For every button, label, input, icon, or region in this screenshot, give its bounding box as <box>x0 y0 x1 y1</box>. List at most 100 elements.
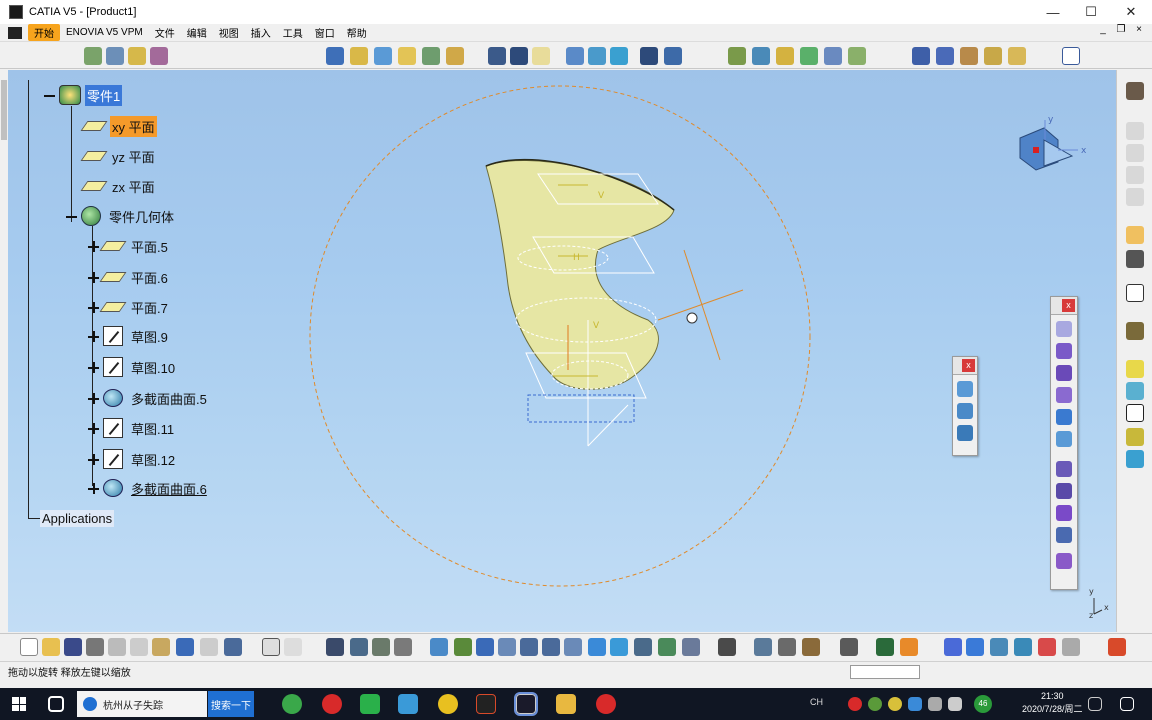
tree-node-zx-plane[interactable]: zx 平面 <box>80 176 157 197</box>
material-icon[interactable] <box>990 638 1008 656</box>
menu-file[interactable]: 文件 <box>149 24 181 41</box>
intersect-icon[interactable] <box>446 47 464 65</box>
publication-icon[interactable] <box>372 638 390 656</box>
tree-node-sketch-11[interactable]: 草图.11 <box>88 418 176 438</box>
command-input[interactable] <box>850 665 920 679</box>
save-icon[interactable] <box>64 638 82 656</box>
start-button[interactable] <box>0 688 38 720</box>
iso-view-icon[interactable] <box>610 638 628 656</box>
sweep-icon[interactable] <box>150 47 168 65</box>
translate-icon[interactable] <box>848 47 866 65</box>
options-icon[interactable] <box>1062 638 1080 656</box>
show-desktop-icon[interactable] <box>1088 697 1102 711</box>
tree-label[interactable]: 草图.11 <box>129 418 176 439</box>
tree-label[interactable]: 平面.7 <box>129 297 170 318</box>
catia-taskbar-icon[interactable] <box>514 692 538 716</box>
pad-icon[interactable] <box>1056 461 1072 477</box>
zoom-in-icon[interactable] <box>520 638 538 656</box>
revolve-icon[interactable] <box>128 47 146 65</box>
helix-icon[interactable] <box>374 47 392 65</box>
stamp-icon[interactable] <box>778 638 796 656</box>
zoom-out-icon[interactable] <box>542 638 560 656</box>
measure-item-icon[interactable] <box>1126 144 1144 162</box>
fly-mode-icon[interactable] <box>430 638 448 656</box>
cut-icon[interactable] <box>108 638 126 656</box>
tools-icon[interactable] <box>1038 638 1056 656</box>
fill-icon[interactable] <box>1056 343 1072 359</box>
catia-menu-icon[interactable] <box>8 26 22 39</box>
offset-icon[interactable] <box>1056 321 1072 337</box>
snap-icon[interactable] <box>984 47 1002 65</box>
sketch-tool-icon[interactable] <box>84 47 102 65</box>
render-style-icon[interactable] <box>718 638 736 656</box>
task-view-icon[interactable] <box>48 696 64 712</box>
tree-node-multisection-5[interactable]: 多截面曲面.5 <box>88 388 209 408</box>
doc-minimize-button[interactable]: _ <box>1096 24 1110 35</box>
video-player-icon[interactable] <box>398 694 418 714</box>
tree-node-part-body[interactable]: 零件几何体 <box>66 206 176 226</box>
grid-snap-icon[interactable] <box>966 638 984 656</box>
close-button[interactable]: ✕ <box>1112 0 1150 24</box>
app-icon-red[interactable] <box>322 694 342 714</box>
expand-icon[interactable] <box>88 271 99 283</box>
create-datum-icon[interactable] <box>1126 382 1144 400</box>
hide-show-icon[interactable] <box>658 638 676 656</box>
insert-geometrical-set-icon[interactable] <box>1126 404 1144 422</box>
curve-icon[interactable] <box>398 47 416 65</box>
spline-icon[interactable] <box>350 47 368 65</box>
workbench-icon[interactable] <box>1126 82 1144 100</box>
tree-node-plane-5[interactable]: 平面.5 <box>88 236 170 256</box>
tree-label[interactable]: 多截面曲面.5 <box>129 388 209 409</box>
print-icon[interactable] <box>86 638 104 656</box>
menu-view[interactable]: 视图 <box>213 24 245 41</box>
search-button[interactable]: 搜索一下 <box>208 691 254 717</box>
menu-start[interactable]: 开始 <box>28 24 60 41</box>
tree-node-plane-6[interactable]: 平面.6 <box>88 267 170 287</box>
ordered-set-icon[interactable] <box>1126 450 1144 468</box>
flip-icon[interactable] <box>754 638 772 656</box>
expand-icon[interactable] <box>88 422 99 434</box>
expand-icon[interactable] <box>88 392 99 404</box>
hierarchy-icon[interactable] <box>350 638 368 656</box>
tree-label[interactable]: zx 平面 <box>110 176 157 197</box>
sweep-surface-icon[interactable] <box>957 403 973 419</box>
connect-curve-icon[interactable] <box>664 47 682 65</box>
pan-icon[interactable] <box>476 638 494 656</box>
fillet-icon[interactable] <box>824 47 842 65</box>
tray-icon-2[interactable] <box>868 697 882 711</box>
line-icon[interactable] <box>510 47 528 65</box>
expand-icon[interactable] <box>88 240 99 252</box>
menu-enovia[interactable]: ENOVIA V5 VPM <box>60 26 149 39</box>
list-icon[interactable] <box>944 638 962 656</box>
apply-material-icon[interactable] <box>1126 188 1144 206</box>
chrome-icon[interactable] <box>438 694 458 714</box>
boolean-icon[interactable] <box>1056 553 1072 569</box>
revolve-surface-icon[interactable] <box>588 47 606 65</box>
expand-icon[interactable] <box>88 361 99 373</box>
floating-toolbar-small[interactable]: x <box>952 356 978 456</box>
tree-label[interactable]: xy 平面 <box>110 115 157 137</box>
work-support-icon[interactable] <box>960 47 978 65</box>
knowledge-icon[interactable] <box>1014 638 1032 656</box>
sketcher-icon[interactable] <box>1126 284 1144 302</box>
analysis-chart-icon[interactable] <box>1062 47 1080 65</box>
scan-icon[interactable] <box>1126 250 1144 268</box>
tree-label[interactable]: 多截面曲面.6 <box>129 478 209 499</box>
tree-node-sketch-9[interactable]: 草图.9 <box>88 326 170 346</box>
axis-system-icon[interactable] <box>912 47 930 65</box>
join-icon[interactable] <box>728 47 746 65</box>
system-clock[interactable]: 21:30 2020/7/28/周二 <box>1022 690 1083 716</box>
expand-icon[interactable] <box>88 482 99 494</box>
table-icon[interactable] <box>326 638 344 656</box>
formula-fx-icon[interactable] <box>262 638 280 656</box>
catalog-browser-icon[interactable] <box>802 638 820 656</box>
catalog-icon[interactable] <box>1008 47 1026 65</box>
close-surface-icon[interactable] <box>1056 409 1072 425</box>
redo-icon[interactable] <box>200 638 218 656</box>
expand-icon[interactable] <box>88 453 99 465</box>
compass-icon[interactable]: x y <box>1019 115 1087 171</box>
pocket-icon[interactable] <box>1056 483 1072 499</box>
insert-body-icon[interactable] <box>1126 428 1144 446</box>
menu-insert[interactable]: 插入 <box>245 24 277 41</box>
tray-icon-3[interactable] <box>888 697 902 711</box>
